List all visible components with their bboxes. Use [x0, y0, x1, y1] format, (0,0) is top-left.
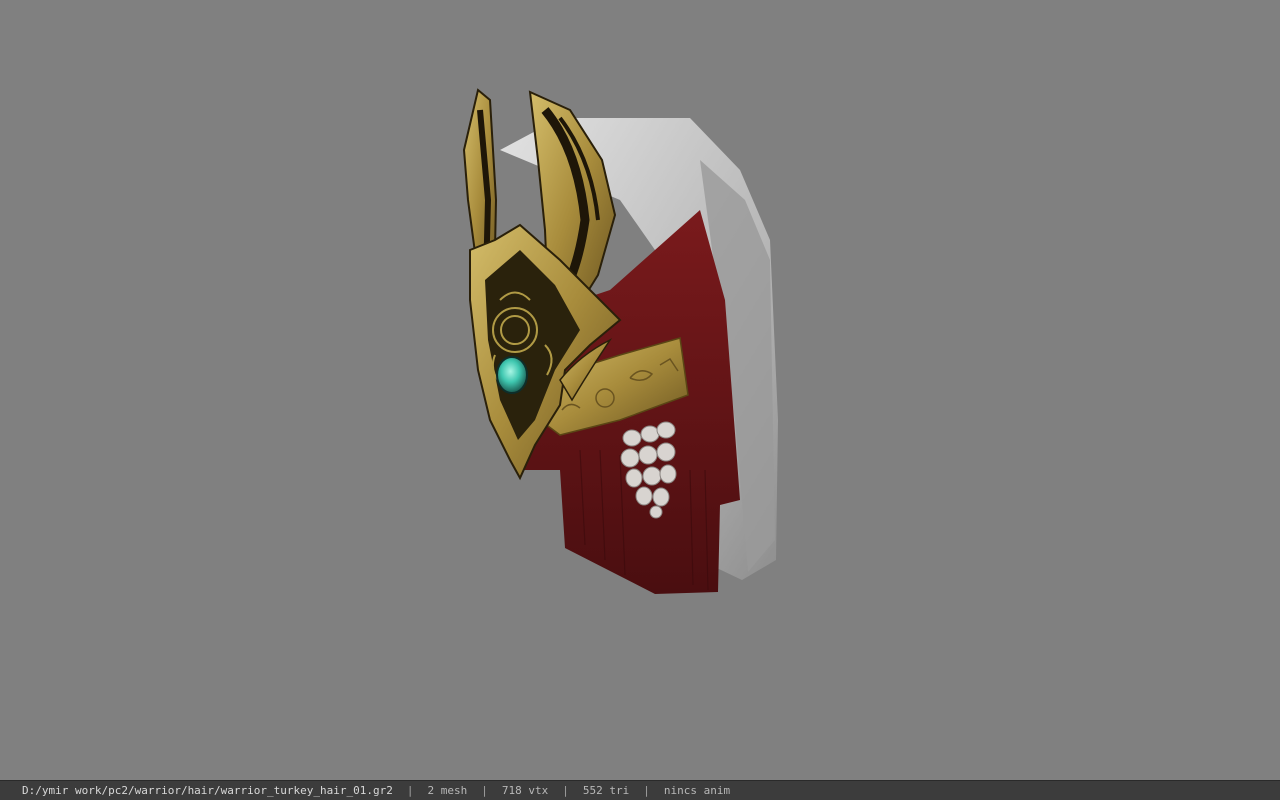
gem-shape	[496, 356, 528, 394]
status-bar: D:/ymir work/pc2/warrior/hair/warrior_tu…	[0, 780, 1280, 800]
mesh-count-label: 2 mesh	[427, 784, 468, 797]
separator: |	[481, 784, 488, 797]
3d-viewport[interactable]	[0, 0, 1280, 780]
helmet-model	[462, 88, 778, 594]
anim-status-label: nincs anim	[663, 784, 731, 797]
file-path-label: D:/ymir work/pc2/warrior/hair/warrior_tu…	[22, 784, 393, 797]
separator: |	[562, 784, 569, 797]
triangle-count-label: 552 tri	[582, 784, 630, 797]
separator: |	[643, 784, 650, 797]
separator: |	[406, 784, 414, 797]
vertex-count-label: 718 vtx	[501, 784, 549, 797]
